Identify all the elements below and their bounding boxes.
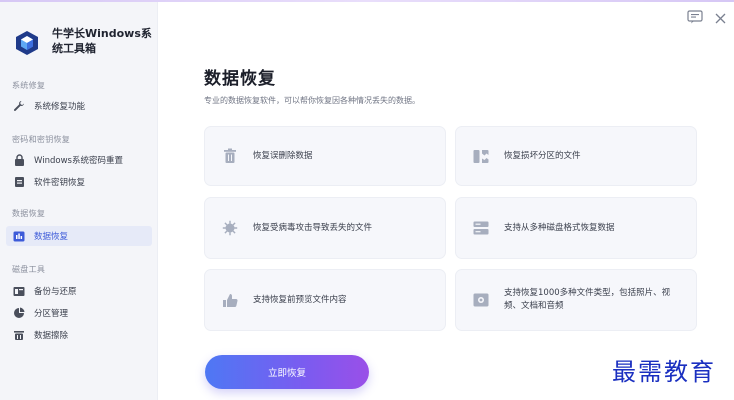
section-title-data-recovery: 数据恢复	[12, 209, 46, 218]
recover-now-button[interactable]: 立即恢复	[205, 355, 369, 389]
sidebar-item-backup[interactable]: 备份与还原	[6, 281, 152, 301]
close-button[interactable]	[712, 10, 728, 26]
sidebar-item-label: Windows系统密码重置	[34, 156, 123, 166]
feedback-button[interactable]	[686, 9, 704, 28]
sidebar-item-label: 分区管理	[34, 309, 69, 319]
key-doc-icon	[12, 175, 26, 189]
partition-icon	[472, 147, 490, 165]
section-title-password: 密码和密钥恢复	[12, 135, 71, 144]
virus-icon	[221, 219, 239, 237]
feature-card-file-types[interactable]: 支持恢复1000多种文件类型，包括照片、视频、文档和音频	[455, 269, 697, 331]
feature-card-text: 恢复受病毒攻击导致丢失的文件	[253, 222, 373, 233]
close-icon	[715, 9, 726, 28]
feature-card-partition[interactable]: 恢复损坏分区的文件	[455, 126, 697, 186]
data-recovery-icon	[12, 229, 26, 243]
sidebar-item-label: 数据恢复	[34, 232, 69, 242]
disk-icon	[472, 219, 490, 237]
sidebar-item-data-recovery[interactable]: 数据恢复	[6, 226, 152, 246]
page-title: 数据恢复	[204, 69, 276, 89]
sidebar-item-partition[interactable]: 分区管理	[6, 303, 152, 323]
section-title-disk-tools: 磁盘工具	[12, 265, 46, 274]
sidebar-item-label: 软件密钥恢复	[34, 178, 86, 188]
feature-card-disk-formats[interactable]: 支持从多种磁盘格式恢复数据	[455, 197, 697, 259]
sidebar-item-windows-password[interactable]: Windows系统密码重置	[6, 150, 152, 170]
feature-card-text: 支持恢复前预览文件内容	[253, 294, 347, 305]
sidebar-item-label: 数据擦除	[34, 331, 69, 341]
pie-icon	[12, 306, 26, 320]
feature-card-text: 恢复误删除数据	[253, 150, 313, 161]
sidebar-item-label: 系统修复功能	[34, 102, 86, 112]
feature-card-preview[interactable]: 支持恢复前预览文件内容	[204, 269, 446, 331]
watermark: 最需教育	[612, 358, 716, 386]
app-logo-icon	[14, 30, 40, 56]
wrench-icon	[12, 99, 26, 113]
backup-icon	[12, 284, 26, 298]
feedback-icon	[687, 9, 703, 28]
trash-icon	[221, 147, 239, 165]
page-subtitle: 专业的数据恢复软件，可以帮你恢复因各种情况丢失的数据。	[204, 96, 420, 105]
feature-card-text: 恢复损坏分区的文件	[504, 150, 581, 161]
media-icon	[472, 291, 490, 309]
feature-card-text: 支持从多种磁盘格式恢复数据	[504, 222, 615, 233]
preview-icon	[221, 291, 239, 309]
sidebar-item-key-recovery[interactable]: 软件密钥恢复	[6, 172, 152, 192]
sidebar-item-system-repair[interactable]: 系统修复功能	[6, 96, 152, 116]
section-title-system-repair: 系统修复	[12, 81, 46, 90]
erase-icon	[12, 328, 26, 342]
feature-card-deleted[interactable]: 恢复误删除数据	[204, 126, 446, 186]
feature-card-virus[interactable]: 恢复受病毒攻击导致丢失的文件	[204, 197, 446, 259]
sidebar-item-erase[interactable]: 数据擦除	[6, 325, 152, 345]
app-name: 牛学长Windows系统工具箱	[52, 27, 152, 55]
brand: 牛学长Windows系统工具箱	[12, 26, 152, 62]
sidebar-item-label: 备份与还原	[34, 287, 77, 297]
sidebar: 牛学长Windows系统工具箱 系统修复 系统修复功能 密码和密钥恢复 Wind…	[0, 2, 158, 400]
feature-card-text: 支持恢复1000多种文件类型，包括照片、视频、文档和音频	[504, 288, 671, 311]
lock-icon	[12, 153, 26, 167]
